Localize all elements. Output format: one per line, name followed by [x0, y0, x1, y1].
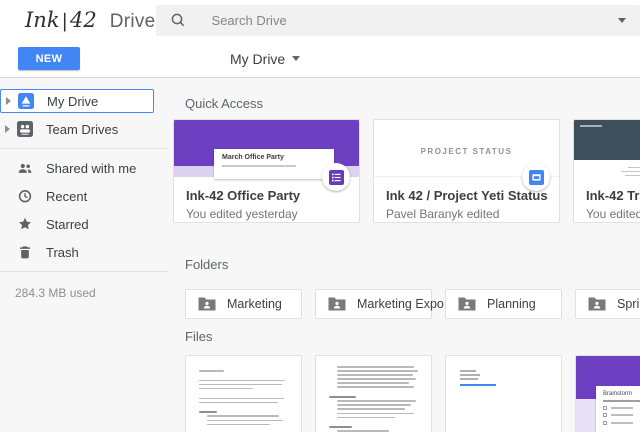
form-preview-card: Brainstorm	[596, 386, 640, 432]
star-icon	[17, 216, 33, 232]
file-activity: Pavel Baranyk edited	[386, 207, 547, 221]
google-forms-icon	[322, 163, 350, 191]
document-preview	[316, 356, 431, 432]
trash-icon	[17, 244, 33, 260]
sidebar-item-shared-with-me[interactable]: Shared with me	[0, 156, 168, 180]
location-title: My Drive	[230, 51, 285, 67]
sidebar-item-label: Trash	[46, 245, 79, 260]
document-preview	[186, 356, 301, 432]
quick-access-label: Quick Access	[185, 96, 640, 111]
main-panel: Quick Access March Office Party Ink	[168, 78, 640, 432]
app-logo: Ink | 42 Drive	[0, 8, 156, 33]
my-drive-icon	[18, 93, 34, 109]
expand-caret-icon[interactable]	[6, 97, 18, 105]
folder-item[interactable]: Marketing	[185, 289, 302, 319]
team-drives-icon	[17, 121, 33, 137]
shared-folder-icon	[198, 297, 216, 311]
file-item-form[interactable]: Brainstorm	[575, 355, 640, 432]
file-item-document[interactable]	[185, 355, 302, 432]
storage-used-label: 284.3 MB used	[0, 286, 168, 300]
sidebar-item-team-drives[interactable]: Team Drives	[0, 117, 168, 141]
sidebar-item-label: Starred	[46, 217, 89, 232]
logo-brand-text: Ink	[25, 8, 60, 32]
location-dropdown[interactable]: My Drive	[230, 51, 300, 67]
document-preview	[460, 370, 496, 386]
folder-item[interactable]: Marketing Expo	[315, 289, 432, 319]
quick-access-card[interactable]: March Office Party Ink-42 Office Party Y…	[173, 119, 360, 223]
sidebar-item-label: Recent	[46, 189, 87, 204]
files-row: Brainstorm	[185, 355, 640, 432]
folder-name: Marketing	[227, 297, 282, 311]
file-title: Ink-42 Training	[586, 188, 640, 203]
folder-item[interactable]: Spring '	[575, 289, 640, 319]
shared-folder-icon	[328, 297, 346, 311]
sidebar-item-label: Shared with me	[46, 161, 136, 176]
quick-access-row: March Office Party Ink-42 Office Party Y…	[173, 119, 640, 223]
sidebar-divider	[0, 271, 168, 272]
folder-name: Planning	[487, 297, 536, 311]
sidebar-item-label: Team Drives	[46, 122, 118, 137]
logo-divider: |	[62, 10, 68, 32]
form-preview-title: Brainstorm	[603, 391, 640, 397]
search-bar[interactable]	[156, 5, 640, 36]
clock-icon	[17, 188, 33, 204]
sidebar-item-my-drive[interactable]: My Drive	[0, 89, 154, 113]
logo-number: 42	[70, 8, 97, 32]
folder-name: Marketing Expo	[357, 297, 444, 311]
sidebar-divider	[0, 148, 168, 149]
file-title: Ink-42 Office Party	[186, 188, 347, 203]
search-options-caret-icon[interactable]	[618, 18, 626, 23]
shared-folder-icon	[588, 297, 606, 311]
logo-product-name: Drive	[110, 11, 156, 33]
folders-label: Folders	[185, 257, 640, 272]
content-area: My Drive Team Drives Shared with me	[0, 78, 640, 432]
chevron-down-icon	[292, 56, 300, 61]
folder-item[interactable]: Planning	[445, 289, 562, 319]
quick-access-card[interactable]: Ink-42 Training You edited at s	[573, 119, 640, 223]
file-thumbnail	[574, 120, 640, 177]
search-input[interactable]	[212, 13, 618, 28]
shared-folder-icon	[458, 297, 476, 311]
top-bar: Ink | 42 Drive	[0, 0, 640, 40]
thumbnail-preview-title: March Office Party	[222, 154, 334, 161]
drive-app: Ink | 42 Drive NEW My Drive	[0, 0, 640, 432]
google-slides-icon	[522, 163, 550, 191]
sidebar-item-recent[interactable]: Recent	[0, 184, 168, 208]
people-icon	[17, 160, 33, 176]
expand-caret-icon[interactable]	[5, 125, 17, 133]
folder-name: Spring '	[617, 297, 640, 311]
new-button[interactable]: NEW	[18, 47, 80, 70]
file-item-document[interactable]	[315, 355, 432, 432]
hyperlink-line	[460, 384, 496, 386]
folders-row: Marketing Marketing Expo Planning Spring…	[185, 289, 640, 319]
file-activity: You edited at s	[586, 207, 640, 221]
files-label: Files	[185, 329, 640, 344]
sidebar-item-trash[interactable]: Trash	[0, 240, 168, 264]
sidebar: My Drive Team Drives Shared with me	[0, 78, 168, 432]
thumbnail-preview-title: PROJECT STATUS	[374, 120, 559, 156]
action-toolbar: NEW My Drive	[0, 40, 640, 78]
file-item-document[interactable]	[445, 355, 562, 432]
sidebar-item-label: My Drive	[47, 94, 98, 109]
sidebar-item-starred[interactable]: Starred	[0, 212, 168, 236]
file-activity: You edited yesterday	[186, 207, 347, 221]
quick-access-card[interactable]: PROJECT STATUS Ink 42 / Project Yeti Sta…	[373, 119, 560, 223]
search-icon	[170, 12, 186, 28]
file-title: Ink 42 / Project Yeti Status	[386, 188, 547, 203]
